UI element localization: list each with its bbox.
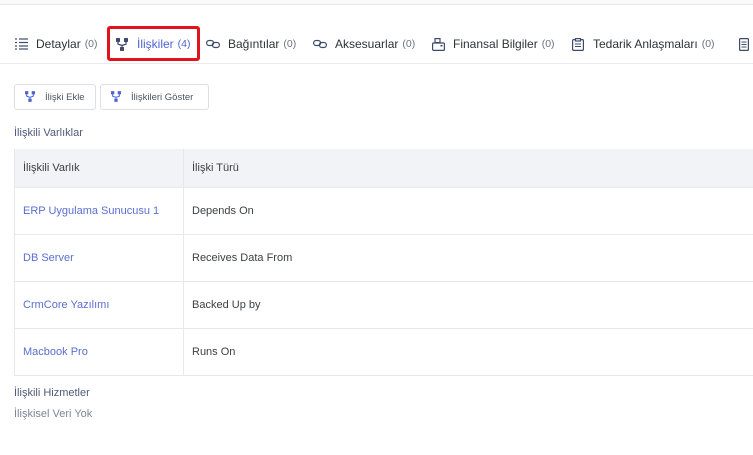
- tab-count: (0): [84, 38, 98, 50]
- printer-icon: [431, 37, 445, 51]
- relation-type-cell: Receives Data From: [183, 234, 753, 282]
- asset-cell: Macbook Pro: [14, 328, 184, 376]
- asset-link[interactable]: ERP Uygulama Sunucusu 1: [23, 205, 159, 217]
- related-assets-title: İlişkili Varlıklar: [14, 127, 83, 139]
- relation-type-cell: Backed Up by: [183, 281, 753, 329]
- clipboard-icon: [571, 37, 585, 51]
- related-services-title: İlişkili Hizmetler: [14, 387, 90, 399]
- asset-cell: CrmCore Yazılımı: [14, 281, 184, 329]
- tab-financial-info[interactable]: Finansal Bilgiler (0): [431, 27, 555, 61]
- link-icon: [313, 37, 327, 51]
- show-relations-button[interactable]: İlişkileri Göster: [100, 84, 209, 110]
- add-relation-button[interactable]: İlişki Ekle: [14, 84, 96, 110]
- tab-count: (0): [402, 38, 416, 50]
- relation-icon: [25, 91, 37, 103]
- column-header-asset: İlişkili Varlık: [14, 149, 184, 188]
- tab-accessories[interactable]: Aksesuarlar (0): [313, 27, 415, 61]
- asset-link[interactable]: DB Server: [23, 252, 74, 264]
- related-assets-table: İlişkili Varlık İlişki Türü ERP Uygulama…: [14, 149, 753, 376]
- relation-type-cell: Runs On: [183, 328, 753, 376]
- table-row: Macbook Pro Runs On: [14, 328, 753, 376]
- tab-relations[interactable]: İlişkiler (4): [115, 27, 191, 61]
- tab-details[interactable]: Detaylar (0): [14, 27, 98, 61]
- tab-supply-agreements[interactable]: Tedarik Anlaşmaları (0): [571, 27, 715, 61]
- show-relations-label: İlişkileri Göster: [131, 91, 194, 103]
- column-header-type: İlişki Türü: [183, 149, 753, 188]
- tab-bar: Detaylar (0) İlişkiler (4) Bağıntılar (0…: [0, 27, 753, 64]
- asset-link[interactable]: Macbook Pro: [23, 346, 88, 358]
- relation-type-cell: Depends On: [183, 187, 753, 235]
- table-row: ERP Uygulama Sunucusu 1 Depends On: [14, 187, 753, 235]
- tab-connections[interactable]: Bağıntılar (0): [206, 27, 296, 61]
- top-border: [0, 0, 753, 5]
- table-header-row: İlişkili Varlık İlişki Türü: [14, 149, 753, 188]
- asset-link[interactable]: CrmCore Yazılımı: [23, 299, 109, 311]
- related-services-empty-text: İlişkisel Veri Yok: [14, 408, 93, 420]
- asset-cell: ERP Uygulama Sunucusu 1: [14, 187, 184, 235]
- tab-label: İlişkiler: [137, 37, 174, 51]
- add-relation-label: İlişki Ekle: [45, 91, 85, 103]
- tab-count: (0): [701, 38, 715, 50]
- tab-label: Tedarik Anlaşmaları: [593, 37, 698, 51]
- tab-count: (0): [283, 38, 297, 50]
- tab-count: (4): [177, 38, 191, 50]
- document-icon: [737, 37, 751, 51]
- tab-label: Aksesuarlar: [335, 37, 399, 51]
- table-row: CrmCore Yazılımı Backed Up by: [14, 281, 753, 329]
- asset-cell: DB Server: [14, 234, 184, 282]
- tab-label: Bağıntılar: [228, 37, 280, 51]
- table-row: DB Server Receives Data From: [14, 234, 753, 282]
- tab-label: Detaylar: [36, 37, 81, 51]
- list-icon: [14, 37, 28, 51]
- relation-icon: [111, 91, 123, 103]
- tab-more-truncated[interactable]: [737, 27, 753, 61]
- tab-count: (0): [541, 38, 555, 50]
- link-icon: [206, 37, 220, 51]
- relation-icon: [115, 37, 129, 51]
- tab-label: Finansal Bilgiler: [453, 37, 538, 51]
